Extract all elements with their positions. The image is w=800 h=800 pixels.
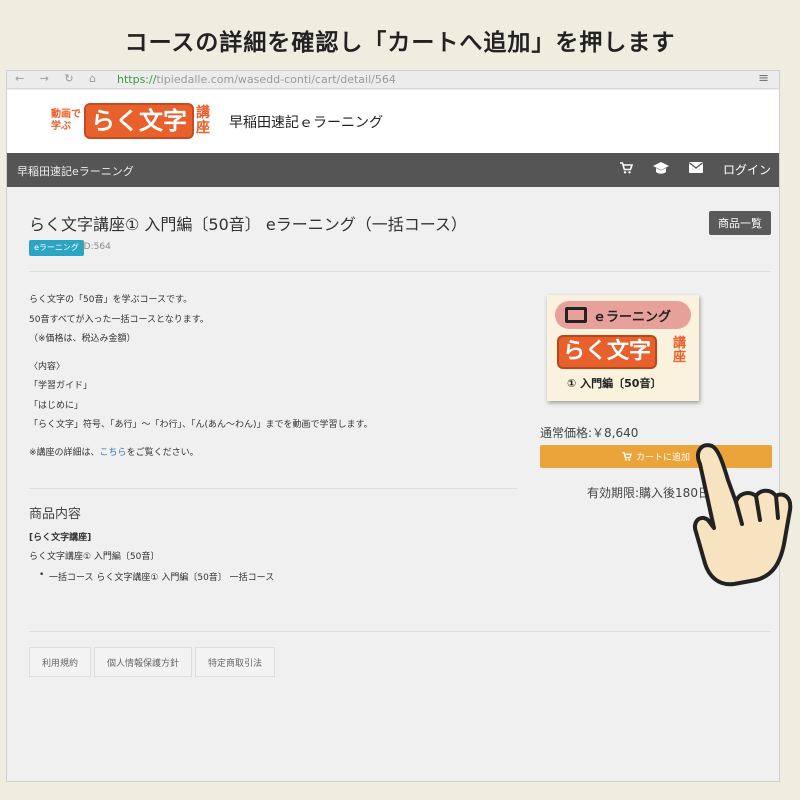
logo-subtext: 動画で 学ぶ (51, 109, 81, 132)
cart-icon[interactable] (619, 161, 634, 178)
product-list-button[interactable]: 商品一覧 (709, 211, 771, 235)
url-path: tipiedalle.com/wasedd-conti/cart/detail/… (156, 73, 396, 86)
footer-link-privacy[interactable]: 個人情報保護方針 (94, 647, 193, 677)
product-image: ｅラーニング らく文字 講 座 ① 入門編〔50音〕 (547, 295, 699, 401)
site-logo[interactable]: 動画で 学ぶ らく文字 講 座 (51, 102, 210, 140)
logo-main-text: らく文字 (84, 103, 194, 139)
divider (29, 631, 771, 632)
contents-list-item: 一括コース らく文字講座① 入門編〔50音〕 一括コース (39, 570, 274, 583)
site-name: 早稲田速記ｅラーニング (229, 115, 383, 131)
regular-price: 通常価格:￥8,640 (540, 426, 639, 440)
site-header: 動画で 学ぶ らく文字 講 座 早稲田速記ｅラーニング (7, 90, 779, 153)
footer-link-commerce-law[interactable]: 特定商取引法 (195, 647, 276, 677)
product-id: ID:564 (81, 242, 111, 252)
navbar-right: ログイン (619, 161, 771, 178)
contents-title: 商品内容 (29, 507, 82, 522)
monitor-icon (565, 307, 587, 323)
browser-window: ← → ↻ ⌂ https://tipiedalle.com/wasedd-co… (6, 70, 780, 782)
divider (29, 271, 771, 272)
product-image-label: ｅラーニング (555, 301, 691, 329)
navbar-brand[interactable]: 早稲田速記eラーニング (17, 163, 134, 179)
logo-kouza-text: 講 座 (196, 105, 210, 136)
mail-icon[interactable] (688, 162, 703, 177)
product-image-subtitle: ① 入門編〔50音〕 (567, 377, 662, 390)
product-image-title: らく文字 (557, 335, 658, 369)
browser-nav-icons[interactable]: ← → ↻ ⌂ (15, 72, 102, 85)
instruction-banner: コースの詳細を確認し「カートへ追加」を押します (0, 0, 800, 80)
product-description: らく文字の「50音」を学ぶコースです。 50音すべてが入った一括コースとなります… (29, 295, 373, 458)
main-content: らく文字講座① 入門編〔50音〕 eラーニング（一括コース） 商品一覧 eラーニ… (7, 187, 779, 781)
product-title: らく文字講座① 入門編〔50音〕 eラーニング（一括コース） (29, 215, 467, 234)
details-link[interactable]: こちら (100, 448, 127, 458)
divider (29, 488, 517, 489)
footer-links: 利用規約 個人情報保護方針 特定商取引法 (29, 647, 276, 677)
pointing-hand-icon (693, 443, 793, 587)
address-bar[interactable]: ← → ↻ ⌂ https://tipiedalle.com/wasedd-co… (7, 71, 779, 89)
browser-menu-icon[interactable]: ≡ (758, 71, 769, 86)
url-field[interactable]: https://tipiedalle.com/wasedd-conti/cart… (117, 73, 396, 86)
product-image-kouza: 講 座 (673, 336, 687, 365)
contents-heading: [らく文字講座] (29, 533, 92, 543)
login-link[interactable]: ログイン (723, 161, 771, 178)
contents-line: らく文字講座① 入門編〔50音〕 (29, 552, 160, 562)
url-protocol: https:// (117, 73, 157, 86)
cart-icon (622, 452, 632, 461)
graduation-cap-icon[interactable] (652, 161, 669, 178)
category-badge: eラーニング (29, 240, 84, 256)
top-navbar: 早稲田速記eラーニング ログイン (7, 153, 779, 187)
footer-link-terms[interactable]: 利用規約 (29, 647, 92, 677)
